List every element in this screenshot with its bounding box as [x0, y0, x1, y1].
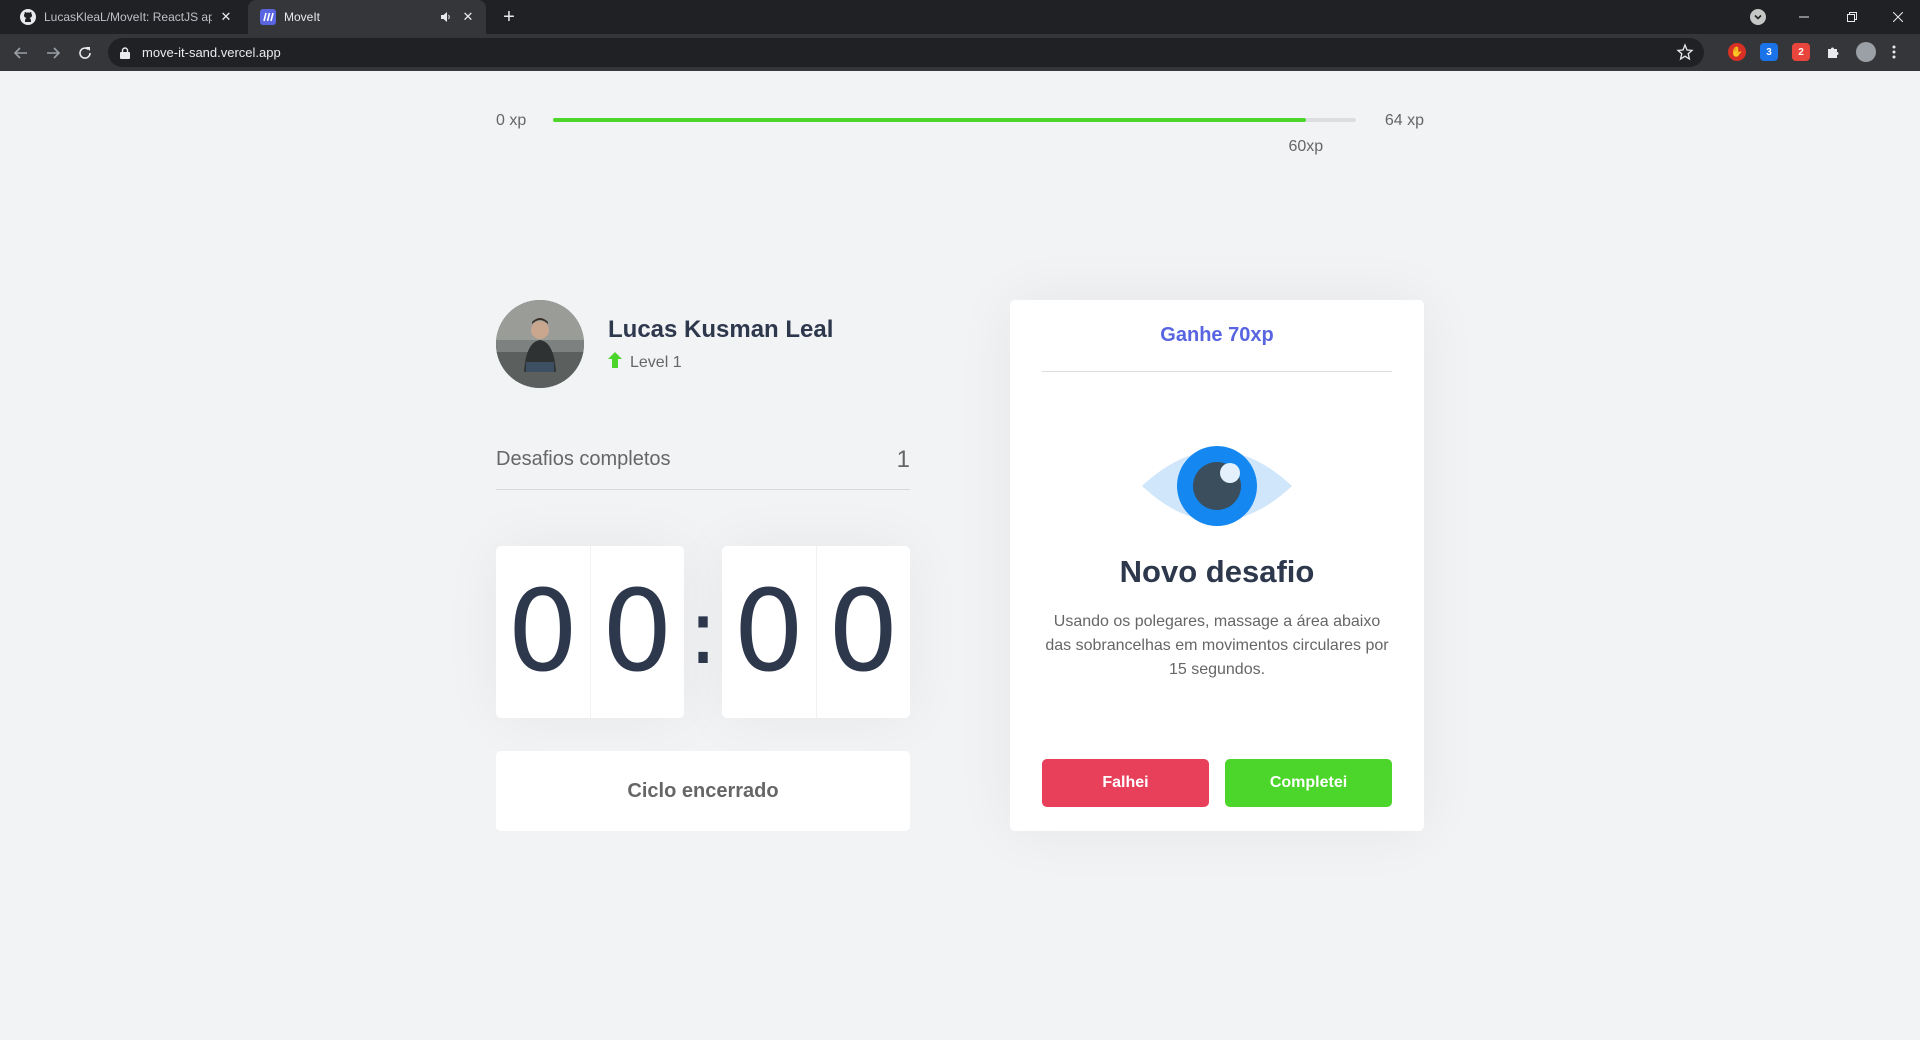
challenge-title: Novo desafio	[1119, 554, 1315, 589]
completed-challenges-count: 1	[896, 446, 910, 473]
forward-icon[interactable]	[40, 40, 66, 66]
url-text[interactable]: move-it-sand.vercel.app	[142, 45, 281, 60]
reload-icon[interactable]	[72, 40, 98, 66]
profile-avatar-icon[interactable]	[1856, 42, 1876, 62]
browser-tab-strip: LucasKleaL/MoveIt: ReactJS appli ✕ MoveI…	[0, 0, 1920, 34]
xp-track: 60xp	[553, 118, 1356, 155]
xp-current-label: 60xp	[1288, 138, 1324, 155]
minimize-icon[interactable]	[1782, 0, 1826, 34]
profile-level: Level 1	[608, 352, 682, 373]
bookmark-star-icon[interactable]	[1676, 43, 1694, 66]
new-tab-button[interactable]: +	[498, 6, 520, 28]
fail-button[interactable]: Falhei	[1042, 759, 1209, 807]
lock-icon[interactable]	[120, 46, 130, 64]
close-window-icon[interactable]	[1876, 0, 1920, 34]
restore-icon[interactable]	[1830, 0, 1874, 34]
xp-min-label: 0 xp	[496, 112, 527, 129]
countdown-minutes: 0 0	[496, 546, 684, 718]
experience-bar: 0 xp 60xp 64 xp	[496, 112, 1424, 155]
back-icon[interactable]	[8, 40, 34, 66]
extensions-puzzle-icon[interactable]	[1824, 43, 1842, 61]
close-icon[interactable]: ✕	[218, 9, 234, 25]
tab-github[interactable]: LucasKleaL/MoveIt: ReactJS appli ✕	[8, 0, 244, 34]
xp-max-label: 64 xp	[1384, 112, 1424, 129]
challenge-card: Ganhe 70xp Novo desafio Usando os polega…	[1010, 300, 1424, 831]
completed-challenges: Desafios completos 1	[496, 436, 910, 490]
menu-dots-icon[interactable]	[1888, 43, 1900, 61]
close-icon[interactable]: ✕	[460, 9, 476, 25]
countdown: 0 0 : 0 0	[496, 546, 910, 718]
github-icon	[20, 9, 36, 25]
tab-title: LucasKleaL/MoveIt: ReactJS appli	[44, 10, 212, 24]
tab-search-icon[interactable]	[1750, 9, 1766, 25]
profile: Lucas Kusman Leal Level 1	[496, 300, 910, 390]
challenge-description: Usando os polegares, massage a área abai…	[1045, 613, 1389, 678]
tab-title: MoveIt	[284, 10, 321, 24]
address-bar[interactable]: move-it-sand.vercel.app	[108, 38, 1704, 67]
cycle-button[interactable]: Ciclo encerrado	[496, 751, 910, 831]
extension-blue-icon[interactable]: 3	[1760, 43, 1778, 61]
extension-red-icon[interactable]: 2	[1792, 43, 1810, 61]
minute-digit: 0	[507, 567, 579, 697]
level-label: Level 1	[630, 353, 682, 371]
browser-toolbar: move-it-sand.vercel.app ✋ 3 2	[0, 34, 1920, 71]
completed-challenges-label: Desafios completos	[496, 448, 671, 470]
countdown-separator: :	[687, 579, 719, 685]
extension-adblock-icon[interactable]: ✋	[1728, 43, 1746, 61]
avatar	[496, 300, 584, 388]
profile-name: Lucas Kusman Leal	[608, 316, 834, 343]
tab-moveit[interactable]: MoveIt ✕	[248, 0, 486, 34]
level-up-arrow-icon	[608, 352, 622, 373]
second-digit: 0	[733, 567, 805, 697]
eye-icon	[1140, 444, 1294, 533]
complete-button[interactable]: Completei	[1225, 759, 1392, 807]
challenge-reward: Ganhe 70xp	[1042, 300, 1392, 372]
countdown-seconds: 0 0	[722, 546, 910, 718]
second-digit: 0	[815, 546, 911, 718]
speaker-icon[interactable]	[438, 9, 454, 25]
xp-fill	[553, 118, 1306, 122]
minute-digit: 0	[589, 546, 685, 718]
moveit-logo-icon	[260, 9, 276, 25]
